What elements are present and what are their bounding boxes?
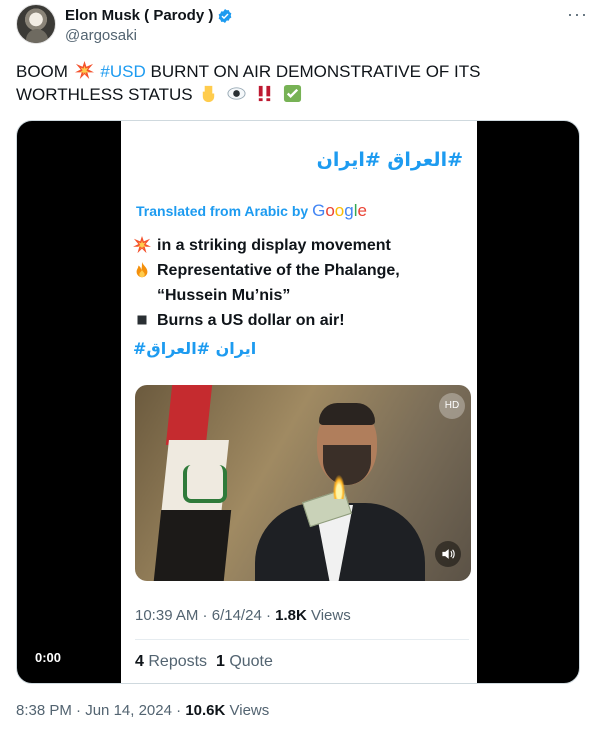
video-timestamp: 0:00 — [31, 648, 66, 667]
inner-views-label: Views — [310, 607, 351, 624]
verified-badge-icon — [219, 8, 232, 23]
divider — [135, 639, 469, 640]
iraqi-flag-red-stripe — [165, 385, 213, 445]
hashtag-usd-link[interactable]: #USD — [100, 62, 145, 81]
reposts-label: Reposts — [148, 653, 208, 670]
check-mark-emoji-icon — [283, 84, 301, 103]
inner-time: 10:39 AM — [135, 607, 199, 624]
translated-line-text: in a striking display movement — [157, 237, 391, 254]
avatar[interactable] — [16, 4, 56, 44]
inner-video-thumbnail: HD — [135, 385, 471, 581]
person-hair — [319, 403, 375, 425]
speaker-icon — [442, 549, 455, 559]
translated-prefix: Translated from Arabic by — [136, 203, 309, 219]
more-options-icon[interactable]: ··· — [567, 4, 588, 25]
inner-views-count: 1.8K — [275, 607, 307, 624]
translated-line: Burns a US dollar on air! — [133, 308, 463, 333]
inner-engagement: 4 Reposts 1 Quote — [135, 653, 273, 671]
post-time[interactable]: 8:38 PM — [16, 702, 72, 719]
point-down-emoji-icon — [203, 85, 215, 103]
translated-line: in a striking display movement — [133, 233, 463, 258]
inner-mute-icon — [435, 541, 461, 567]
translated-line-text: Burns a US dollar on air! — [157, 312, 345, 329]
tweet-text-start: BOOM — [16, 62, 68, 81]
iraqi-flag-black-stripe — [152, 510, 232, 581]
quotes-label: Quote — [229, 653, 273, 670]
tweet-footer: 8:38 PM · Jun 14, 2024 · 10.6K Views — [16, 702, 270, 719]
translated-line: Representative of the Phalange, “Hussein… — [133, 258, 463, 308]
quotes-count: 1 — [215, 653, 225, 670]
author-name-row: Elon Musk ( Parody ) — [65, 7, 233, 24]
black-square-icon — [137, 315, 147, 325]
arabic-hashtags: #العراق #ايران — [316, 149, 463, 171]
iraqi-flag-script — [183, 465, 227, 503]
google-logo: Google — [312, 201, 367, 220]
reposts-count: 4 — [135, 653, 144, 670]
video-frame-screenshot: #العراق #ايران Translated from Arabic by… — [121, 121, 477, 684]
tweet-text: BOOM #USD BURNT ON AIR DEMONSTRATIVE OF … — [16, 60, 588, 106]
views-label: Views — [229, 702, 270, 719]
channel-logo: HD — [439, 393, 465, 419]
flame — [333, 475, 345, 499]
inner-tweet-timestamp: 10:39 AM · 6/14/24 · 1.8K Views — [135, 607, 351, 624]
author-handle[interactable]: @argosaki — [65, 27, 137, 44]
translated-lines: in a striking display movement Represent… — [133, 233, 463, 333]
views-count: 10.6K — [185, 702, 226, 719]
translated-from-label: Translated from Arabic by Google — [136, 201, 367, 221]
tweet-header: Elon Musk ( Parody ) @argosaki ··· — [16, 4, 588, 48]
translated-line-text: Representative of the Phalange, “Hussein… — [157, 262, 400, 304]
eye-emoji-icon — [227, 87, 246, 100]
arabic-hashtags-bottom: #ايران #العراق — [133, 339, 257, 358]
divider — [135, 683, 469, 684]
collision-emoji-icon — [74, 61, 94, 80]
inner-date: 6/14/24 — [211, 607, 262, 624]
double-exclamation-emoji-icon — [258, 85, 271, 102]
post-date[interactable]: Jun 14, 2024 — [85, 702, 172, 719]
fire-icon — [136, 261, 148, 278]
collision-icon — [133, 236, 151, 254]
author-display-name[interactable]: Elon Musk ( Parody ) — [65, 7, 213, 24]
video-player[interactable]: #العراق #ايران Translated from Arabic by… — [16, 120, 580, 684]
